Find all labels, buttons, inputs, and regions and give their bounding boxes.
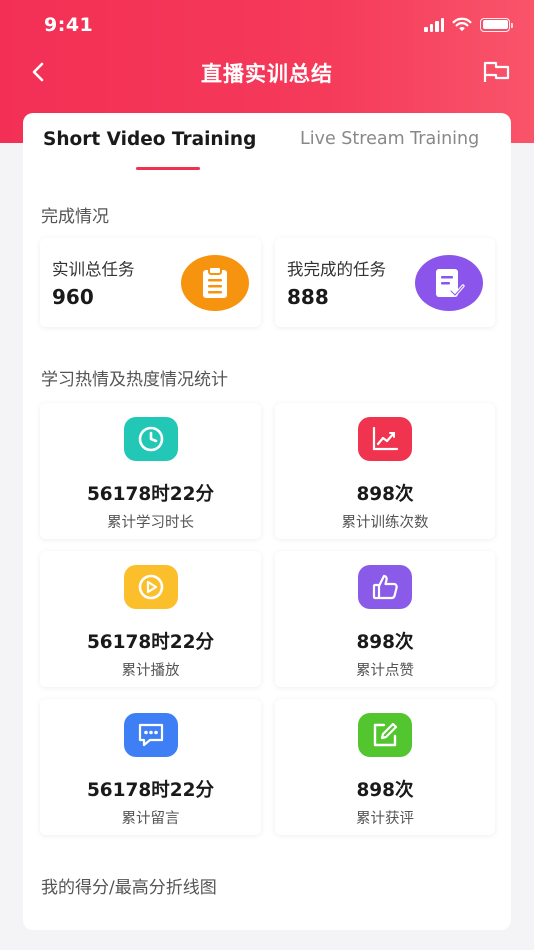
summary-card: Short Video Training Live Stream Trainin…	[23, 113, 511, 930]
line-chart-icon	[358, 417, 412, 461]
stat-value: 56178时22分	[86, 780, 215, 801]
total-tasks-label: 实训总任务	[52, 260, 135, 279]
status-time: 9:41	[44, 14, 94, 36]
stat-reviews: 898次 累计获评	[275, 699, 495, 835]
status-icons	[424, 17, 513, 32]
report-button[interactable]	[482, 58, 512, 86]
stat-label: 累计训练次数	[341, 515, 429, 531]
wifi-icon	[452, 17, 472, 32]
completed-tasks-value: 888	[287, 285, 329, 309]
completed-tasks-label: 我完成的任务	[287, 260, 386, 279]
document-check-icon	[415, 255, 483, 311]
total-tasks-value: 960	[52, 285, 94, 309]
thumbs-up-icon	[358, 565, 412, 609]
stat-play-count: 56178时22分 累计播放	[40, 551, 261, 687]
completed-tasks-card: 我完成的任务 888	[275, 238, 495, 327]
completion-section-title: 完成情况	[41, 207, 109, 227]
stats-section-title: 学习热情及热度情况统计	[41, 370, 228, 390]
stat-study-duration: 56178时22分 累计学习时长	[40, 403, 261, 539]
active-tab-indicator	[136, 167, 200, 170]
stat-label: 累计点赞	[356, 663, 414, 679]
stat-value: 898次	[356, 780, 414, 801]
cellular-signal-icon	[424, 17, 444, 32]
message-icon	[123, 713, 178, 757]
status-bar: 9:41	[0, 0, 534, 50]
stat-label: 累计获评	[356, 811, 414, 827]
navigation-bar: 直播实训总结	[0, 50, 534, 94]
stat-comments: 56178时22分 累计留言	[40, 699, 261, 835]
tab-live-stream-training[interactable]: Live Stream Training	[300, 129, 479, 149]
stat-value: 898次	[356, 632, 414, 653]
play-icon	[123, 565, 178, 609]
stat-value: 56178时22分	[86, 632, 215, 653]
training-tabs: Short Video Training Live Stream Trainin…	[23, 113, 511, 173]
battery-icon	[480, 17, 513, 32]
tab-short-video-training[interactable]: Short Video Training	[43, 129, 256, 150]
page-title: 直播实训总结	[201, 62, 333, 86]
flag-icon	[483, 61, 510, 82]
stat-value: 898次	[356, 484, 414, 505]
edit-icon	[358, 713, 412, 757]
score-chart-section-title: 我的得分/最高分折线图	[41, 878, 217, 898]
clipboard-icon	[181, 255, 249, 311]
clock-icon	[123, 417, 178, 461]
stat-value: 56178时22分	[86, 484, 215, 505]
stat-training-count: 898次 累计训练次数	[275, 403, 495, 539]
stat-label: 累计播放	[121, 663, 180, 679]
total-tasks-card: 实训总任务 960	[40, 238, 261, 327]
stat-label: 累计学习时长	[107, 515, 194, 531]
stat-label: 累计留言	[121, 811, 180, 827]
stat-likes: 898次 累计点赞	[275, 551, 495, 687]
